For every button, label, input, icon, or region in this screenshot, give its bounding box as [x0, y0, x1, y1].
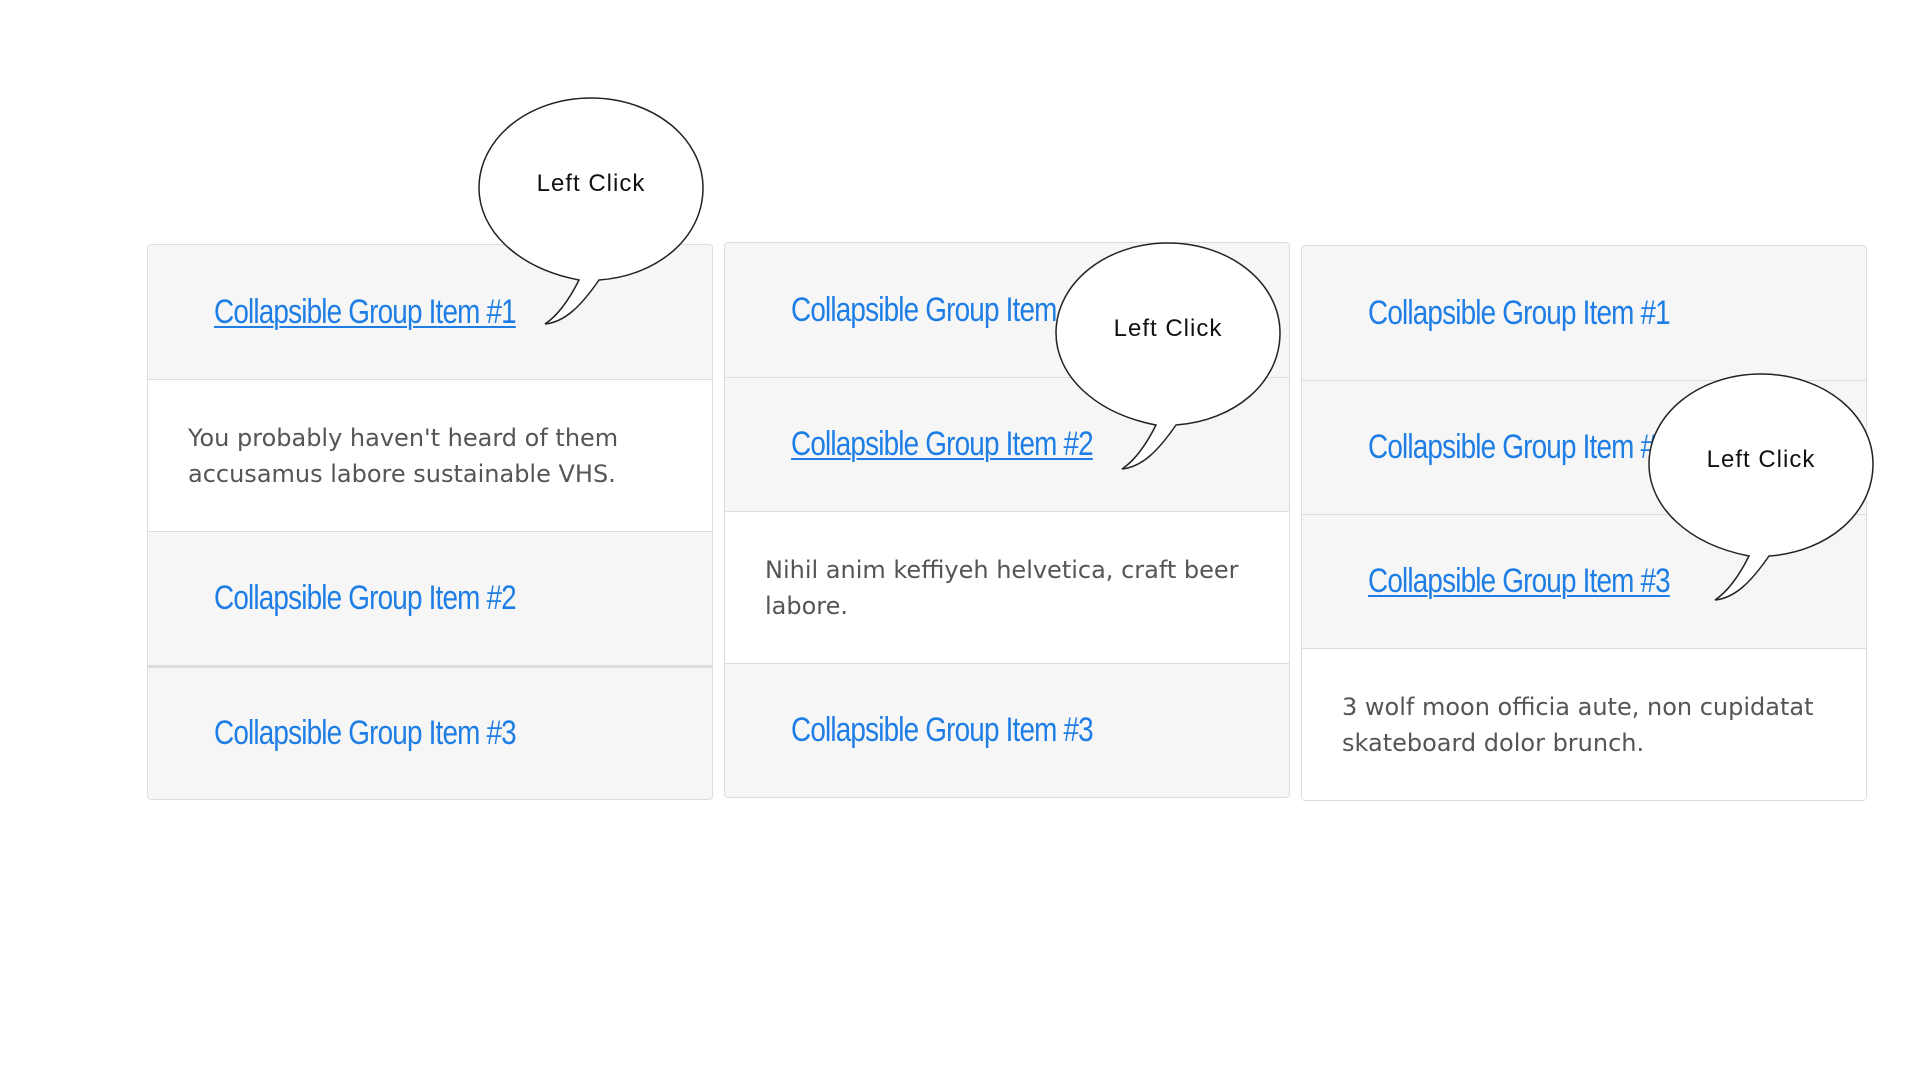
accordion-body: Nihil anim keffiyeh helvetica, craft bee…	[725, 511, 1289, 663]
accordion-title-link[interactable]: Collapsible Group Item #3	[791, 711, 1094, 750]
accordion-title-link[interactable]: Collapsible Group Item #3	[214, 714, 517, 753]
accordion-title-link[interactable]: Collapsible Group Item #3	[1368, 562, 1671, 601]
accordion-title-link[interactable]: Collapsible Group Item #2	[214, 579, 517, 618]
accordion-title-link[interactable]: Collapsible Group Item #2	[791, 425, 1094, 464]
accordion-panel-3: Collapsible Group Item #1 Collapsible Gr…	[1301, 245, 1867, 801]
accordion-title-link[interactable]: Collapsible Group Item #1	[791, 291, 1094, 330]
accordion-header-1[interactable]: Collapsible Group Item #1	[725, 243, 1289, 377]
accordion-header-1[interactable]: Collapsible Group Item #1	[1302, 246, 1866, 380]
accordion-header-1[interactable]: Collapsible Group Item #1	[148, 245, 712, 379]
accordion-header-2[interactable]: Collapsible Group Item #2	[725, 377, 1289, 511]
accordion-body: You probably haven't heard of them accus…	[148, 379, 712, 531]
accordion-title-link[interactable]: Collapsible Group Item #1	[1368, 294, 1671, 333]
callout-label: Left Click	[536, 170, 646, 197]
accordion-title-link[interactable]: Collapsible Group Item #2	[1368, 428, 1671, 467]
accordion-body: 3 wolf moon officia aute, non cupidatat …	[1302, 648, 1866, 800]
accordion-header-2[interactable]: Collapsible Group Item #2	[1302, 380, 1866, 514]
accordion-header-3[interactable]: Collapsible Group Item #3	[148, 665, 712, 799]
accordion-header-3[interactable]: Collapsible Group Item #3	[725, 663, 1289, 797]
accordion-panel-2: Collapsible Group Item #1 Collapsible Gr…	[724, 242, 1290, 798]
accordion-panel-1: Collapsible Group Item #1 You probably h…	[147, 244, 713, 800]
accordion-header-3[interactable]: Collapsible Group Item #3	[1302, 514, 1866, 648]
accordion-header-2[interactable]: Collapsible Group Item #2	[148, 531, 712, 665]
accordion-title-link[interactable]: Collapsible Group Item #1	[214, 293, 517, 332]
